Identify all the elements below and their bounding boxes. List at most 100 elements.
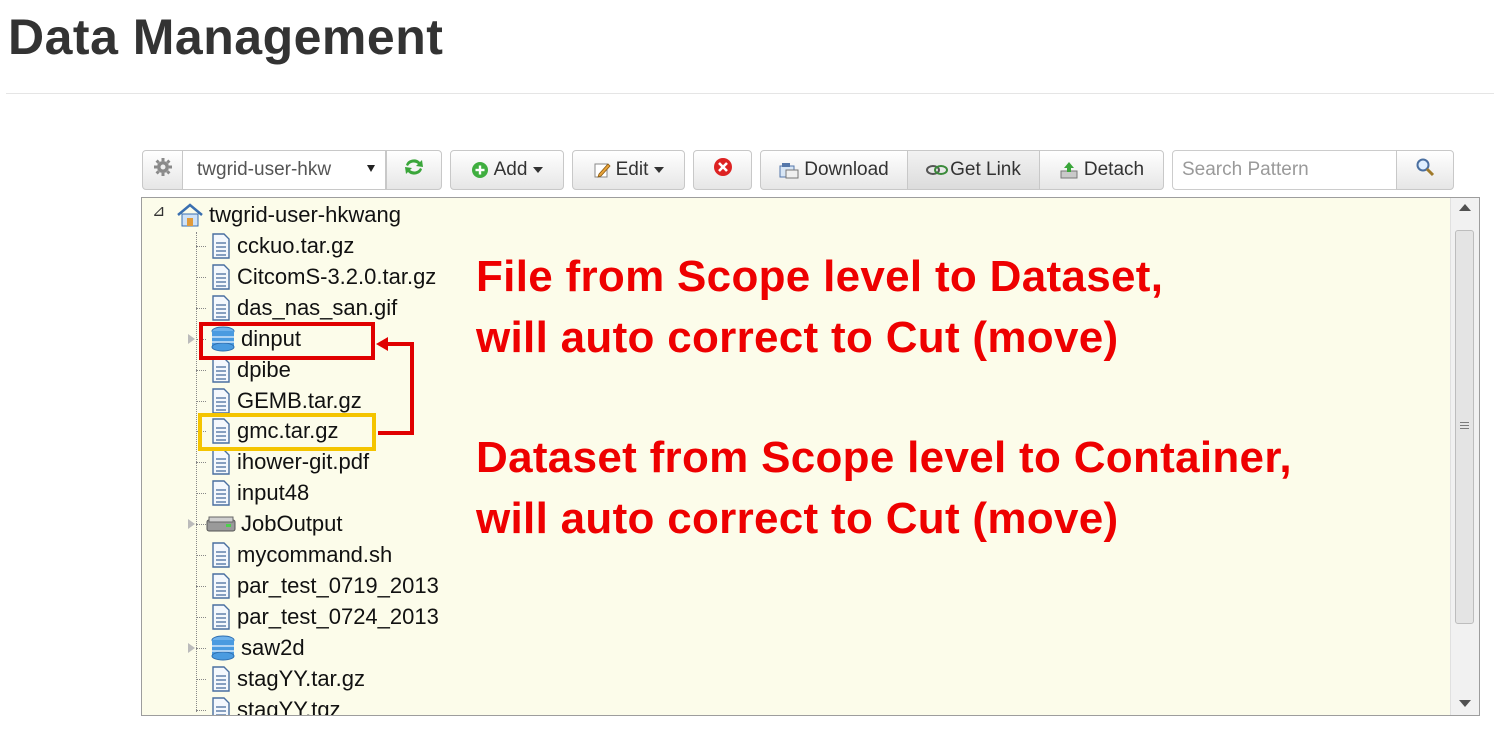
- annotation-line-2: will auto correct to Cut (move): [476, 313, 1119, 362]
- file-icon: [210, 573, 232, 599]
- file-icon: [210, 696, 232, 715]
- delete-button[interactable]: [693, 150, 752, 190]
- file-icon: [210, 356, 232, 383]
- tree-connector: [196, 555, 206, 556]
- scroll-down-arrow-icon[interactable]: [1459, 700, 1471, 707]
- caret-icon: [533, 167, 544, 173]
- file-icon: [210, 542, 232, 568]
- tree-connector: [196, 493, 206, 495]
- tree-item[interactable]: input48: [210, 478, 309, 508]
- tree-item[interactable]: stagYY.tgz: [210, 695, 341, 716]
- expand-toggle-icon[interactable]: [188, 642, 195, 653]
- tree-item-label: JobOutput: [241, 511, 343, 537]
- scope-select-value: twgrid-user-hkw: [197, 159, 332, 180]
- annotation-line-4: will auto correct to Cut (move): [476, 494, 1119, 543]
- tree-item-label: ihower-git.pdf: [237, 449, 370, 475]
- tree-guide-line: [196, 232, 197, 712]
- dinput-highlight-box: [199, 322, 375, 360]
- tree-item-label: das_nas_san.gif: [237, 294, 398, 320]
- annotation-line-1: File from Scope level to Dataset,: [476, 252, 1164, 301]
- tree-item[interactable]: par_test_0724_2013: [210, 602, 439, 632]
- expand-toggle-icon[interactable]: [188, 333, 195, 344]
- tree-connector: [196, 616, 206, 618]
- delete-icon: [713, 157, 733, 183]
- tree-connector: [196, 276, 206, 278]
- file-icon: [210, 449, 232, 475]
- add-button[interactable]: Add: [450, 150, 564, 190]
- refresh-button[interactable]: [386, 150, 442, 190]
- tree-connector: [196, 678, 206, 680]
- expand-toggle-icon[interactable]: [188, 519, 195, 530]
- tree-item-label: CitcomS-3.2.0.tar.gz: [237, 263, 437, 289]
- download-button[interactable]: Download: [760, 150, 908, 190]
- tree-item[interactable]: JobOutput: [206, 509, 343, 539]
- download-label: Download: [804, 159, 889, 180]
- tree-item[interactable]: saw2d: [210, 633, 305, 663]
- tree-connector: [196, 524, 206, 526]
- get-link-button[interactable]: Get Link: [907, 150, 1040, 190]
- detach-icon: [1059, 160, 1079, 180]
- tree-item[interactable]: CitcomS-3.2.0.tar.gz: [210, 262, 436, 292]
- file-icon: [210, 604, 232, 630]
- page-title: Data Management: [8, 9, 444, 65]
- file-icon: [210, 480, 232, 506]
- home-icon: [176, 203, 204, 227]
- search-input[interactable]: [1172, 150, 1398, 190]
- tree-connector: [196, 307, 206, 309]
- add-label: Add: [493, 159, 528, 180]
- file-icon: [210, 387, 232, 414]
- tree-item-label: saw2d: [241, 634, 305, 660]
- tree-item-label: input48: [237, 480, 310, 506]
- tree-connector: [196, 246, 206, 247]
- tree-item[interactable]: ihower-git.pdf: [210, 447, 369, 477]
- edit-button[interactable]: Edit: [572, 150, 685, 190]
- settings-button[interactable]: [142, 150, 184, 190]
- get-link-label: Get Link: [950, 159, 1021, 180]
- tree-item-label: par_test_0719_2013: [237, 572, 439, 598]
- download-icon: [779, 161, 799, 179]
- tree-connector: [196, 647, 206, 649]
- tree-item-label: dpibe: [237, 356, 291, 382]
- link-icon: [926, 162, 949, 178]
- tree-item[interactable]: par_test_0719_2013: [210, 571, 439, 601]
- edit-label: Edit: [615, 159, 649, 180]
- tree-connector: [196, 709, 206, 711]
- tree-item[interactable]: stagYY.tar.gz: [210, 664, 365, 694]
- tree-item[interactable]: mycommand.sh: [210, 540, 392, 570]
- scroll-up-arrow-icon[interactable]: [1459, 204, 1471, 211]
- scrollbar[interactable]: [1450, 198, 1479, 715]
- tree-item-label: mycommand.sh: [237, 542, 393, 567]
- search-button[interactable]: [1396, 150, 1454, 190]
- tree-item-label: GEMB.tar.gz: [237, 387, 362, 413]
- tree-connector: [196, 585, 206, 587]
- scroll-thumb[interactable]: [1455, 230, 1474, 624]
- detach-label: Detach: [1083, 159, 1145, 180]
- tree-item-label: stagYY.tgz: [237, 696, 341, 716]
- collapse-toggle-icon[interactable]: ⊿: [152, 201, 165, 221]
- tree-connector: [196, 462, 206, 464]
- plus-circle-icon: [471, 161, 489, 179]
- grip-line: [1460, 428, 1469, 429]
- dataset-icon: [210, 635, 236, 661]
- tree-item-label: stagYY.tar.gz: [237, 665, 366, 691]
- container-icon: [206, 511, 236, 537]
- annotation-line-3: Dataset from Scope level to Container,: [476, 433, 1292, 482]
- scope-select[interactable]: twgrid-user-hkw: [182, 150, 386, 190]
- gmc-highlight-box: [198, 413, 376, 451]
- tree-root-label: twgrid-user-hkwang: [209, 202, 401, 227]
- tree-item-label: par_test_0724_2013: [237, 603, 439, 629]
- tree-item-label: cckuo.tar.gz: [237, 233, 355, 258]
- tree-item[interactable]: das_nas_san.gif: [210, 293, 397, 323]
- tree-root[interactable]: twgrid-user-hkwang: [176, 200, 401, 230]
- tree-item[interactable]: cckuo.tar.gz: [210, 231, 354, 261]
- gear-icon: [153, 157, 173, 183]
- chevron-down-icon: [367, 165, 375, 172]
- file-icon: [210, 295, 232, 321]
- search-icon: [1415, 157, 1435, 183]
- grip-line: [1460, 425, 1469, 426]
- tree-item[interactable]: GEMB.tar.gz: [210, 386, 362, 416]
- file-icon: [210, 233, 232, 259]
- detach-button[interactable]: Detach: [1039, 150, 1164, 190]
- file-icon: [210, 665, 232, 692]
- toolbar: twgrid-user-hkw Add Edit Download Get Li…: [142, 150, 1454, 192]
